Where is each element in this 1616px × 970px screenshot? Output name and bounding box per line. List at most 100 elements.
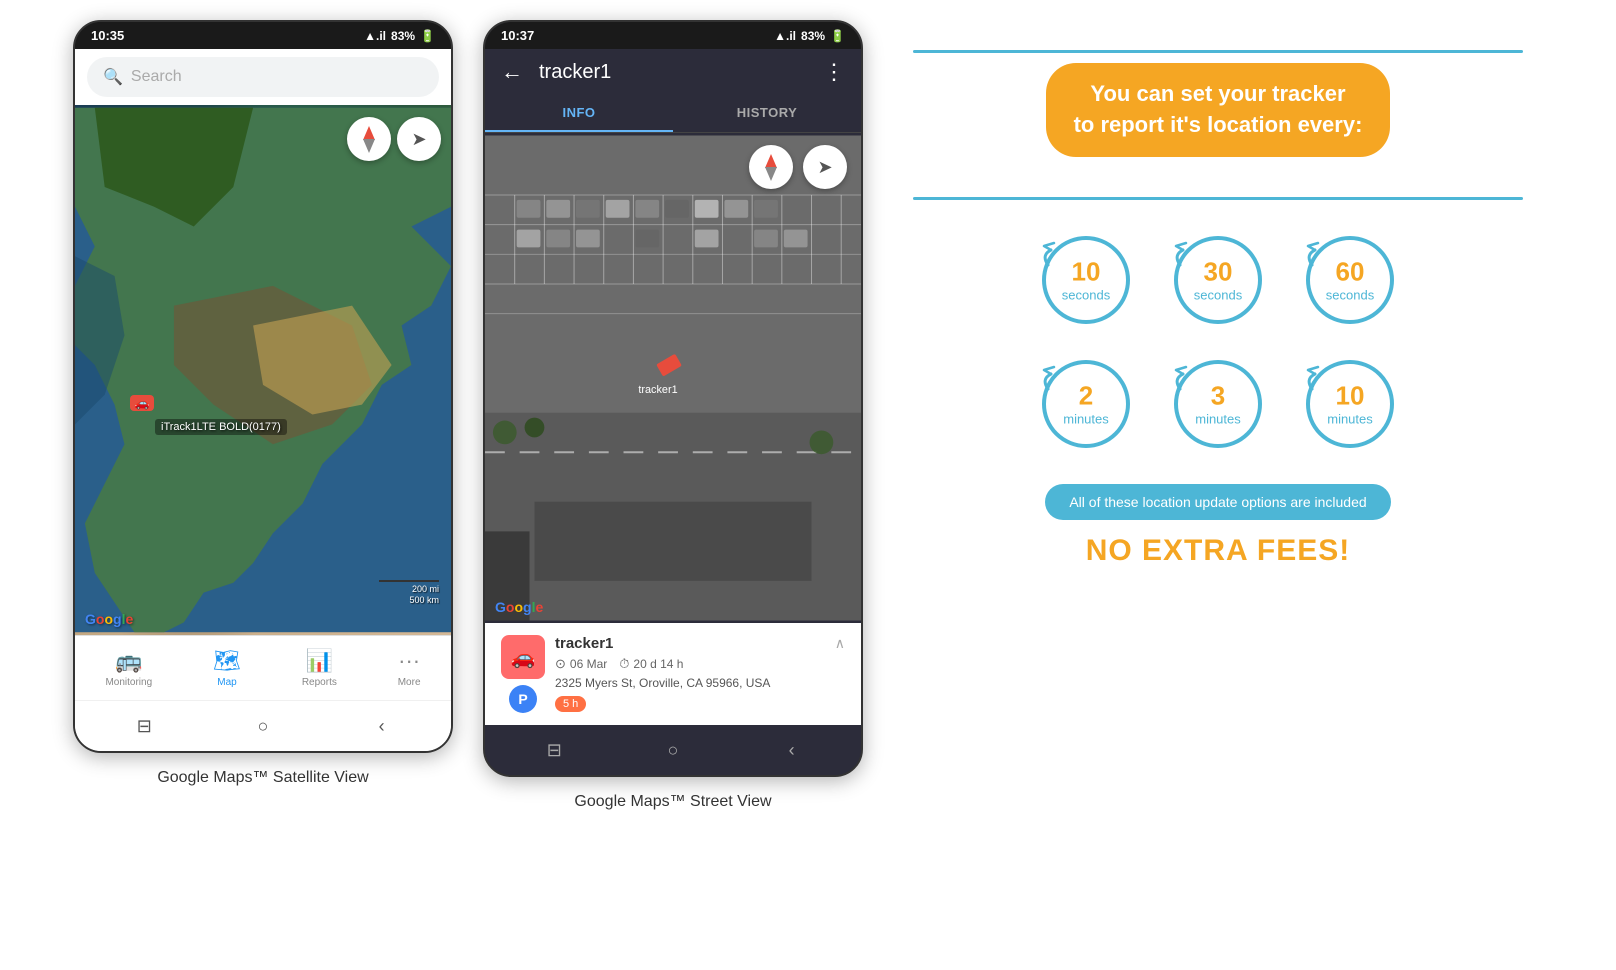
infographic-header: You can set your tracker to report it's …	[1046, 63, 1391, 157]
car-icon: 🚗	[130, 395, 154, 411]
circle-wrap-3min: 3 minutes	[1168, 354, 1268, 454]
meta-date: ⊙ 06 Mar	[555, 656, 607, 672]
tracker-compass[interactable]	[749, 145, 793, 189]
phone1-content: 🔍 Search	[75, 49, 451, 751]
reports-icon: 📊	[306, 648, 333, 674]
circle-2min: 2 minutes	[1036, 354, 1136, 454]
tab-history[interactable]: HISTORY	[673, 95, 861, 132]
phone2-container: 10:37 ▲.il 83% 🔋 ← tracker1 ⋮ INFO HISTO…	[483, 20, 863, 811]
more-menu-button[interactable]: ⋮	[823, 59, 845, 85]
search-icon: 🔍	[103, 67, 123, 87]
circle-unit-10sec: seconds	[1062, 287, 1110, 303]
circle-num-2min: 2	[1063, 380, 1109, 411]
time-badge: 5 h	[555, 696, 586, 712]
tracker-topbar: ← tracker1 ⋮	[485, 49, 861, 95]
android2-recent-btn[interactable]: ⊟	[534, 735, 574, 765]
clock-icon: ⊙	[555, 656, 566, 672]
circle-10sec: 10 seconds	[1036, 230, 1136, 330]
circle-unit-2min: minutes	[1063, 411, 1109, 427]
header-line2: to report it's location every:	[1074, 112, 1363, 137]
tab-info[interactable]: INFO	[485, 95, 673, 132]
info-divider	[913, 197, 1523, 200]
circle-num-10min: 10	[1327, 380, 1373, 411]
circle-text-2min: 2 minutes	[1063, 380, 1109, 427]
circle-text-10min: 10 minutes	[1327, 380, 1373, 427]
timer-icon: ⏱	[619, 656, 629, 672]
satellite-map[interactable]: ➤ iTrack1LTE BOLD(0177) 🚗 Google 200	[75, 105, 451, 635]
phone2-time: 10:37	[501, 28, 534, 43]
tracker-address: 2325 Myers St, Oroville, CA 95966, USA	[555, 676, 845, 690]
landmass-svg	[75, 105, 451, 635]
circle-3min: 3 minutes	[1168, 354, 1268, 454]
back-button[interactable]: ←	[501, 59, 523, 85]
phone1-status-bar: 10:35 ▲.il 83% 🔋	[75, 22, 451, 49]
phone2-battery-icon: 🔋	[830, 29, 845, 43]
tracker-info-name: tracker1	[555, 635, 613, 652]
compass-button[interactable]	[347, 117, 391, 161]
android2-home-btn[interactable]: ○	[653, 735, 693, 765]
bottom-nav: 🚌 Monitoring 🗺 Map 📊 Reports ··· More	[75, 635, 451, 700]
tracker-info-panel: 🚗 P tracker1 ∧ ⊙ 06 Mar ⏱ 20 d 14 h	[485, 623, 861, 725]
android2-back-btn[interactable]: ‹	[772, 735, 812, 765]
android-nav-2: ⊟ ○ ‹	[485, 725, 861, 775]
circle-text-10sec: 10 seconds	[1062, 256, 1110, 303]
search-input-wrap[interactable]: 🔍 Search	[87, 57, 439, 97]
no-fees-label: NO EXTRA FEES!	[1086, 534, 1351, 568]
circle-10min: 10 minutes	[1300, 354, 1400, 454]
circle-text-60sec: 60 seconds	[1326, 256, 1374, 303]
monitoring-label: Monitoring	[105, 677, 152, 688]
circle-60sec: 60 seconds	[1300, 230, 1400, 330]
tracker-detail-info: tracker1 ∧ ⊙ 06 Mar ⏱ 20 d 14 h 2325 Mye…	[555, 635, 845, 712]
circle-wrap-2min: 2 minutes	[1036, 354, 1136, 454]
map-label: Map	[217, 677, 236, 688]
circle-unit-60sec: seconds	[1326, 287, 1374, 303]
circle-num-10sec: 10	[1062, 256, 1110, 287]
scale-text-km: 500 km	[409, 595, 439, 607]
android-recent-btn[interactable]: ⊟	[124, 711, 164, 741]
infographic-panel: You can set your tracker to report it's …	[893, 20, 1543, 598]
circle-30sec: 30 seconds	[1168, 230, 1268, 330]
navigate-icon: ➤	[411, 129, 426, 150]
reports-label: Reports	[302, 677, 337, 688]
google-logo-1: Google	[85, 611, 133, 627]
tracker-map[interactable]: tracker1 ➤ Google	[485, 133, 861, 623]
map-icon: 🗺	[213, 648, 241, 674]
nav-map[interactable]: 🗺 Map	[205, 644, 249, 692]
circle-wrap-10sec: 10 seconds	[1036, 230, 1136, 330]
more-icon: ···	[398, 648, 420, 674]
search-placeholder: Search	[131, 68, 182, 86]
tracker-name-header: tracker1	[539, 61, 807, 84]
tracker-navigate-icon: ➤	[817, 157, 832, 178]
tab-bar: INFO HISTORY	[485, 95, 861, 133]
search-bar: 🔍 Search	[75, 49, 451, 105]
navigate-button[interactable]: ➤	[397, 117, 441, 161]
tracker-label-map1: iTrack1LTE BOLD(0177)	[155, 419, 287, 435]
circle-wrap-10min: 10 minutes	[1300, 354, 1400, 454]
phone2-signal-icon: ▲.il	[774, 29, 796, 43]
scale-text-mi: 200 mi	[412, 584, 439, 596]
map-scale: 200 mi 500 km	[379, 580, 439, 607]
circle-num-3min: 3	[1195, 380, 1241, 411]
nav-more[interactable]: ··· More	[390, 644, 429, 692]
map-background	[75, 105, 451, 635]
nav-monitoring[interactable]: 🚌 Monitoring	[97, 644, 160, 692]
tracker-meta: ⊙ 06 Mar ⏱ 20 d 14 h	[555, 656, 845, 672]
phone1-frame: 10:35 ▲.il 83% 🔋 🔍 Search	[73, 20, 453, 753]
android-home-btn[interactable]: ○	[243, 711, 283, 741]
android-nav-1: ⊟ ○ ‹	[75, 700, 451, 751]
scale-bar	[379, 580, 439, 582]
android-back-btn[interactable]: ‹	[362, 711, 402, 741]
circle-text-30sec: 30 seconds	[1194, 256, 1242, 303]
google-logo-2: Google	[495, 599, 543, 615]
circle-wrap-30sec: 30 seconds	[1168, 230, 1268, 330]
tracker-navigate-button[interactable]: ➤	[803, 145, 847, 189]
phone2-battery: 83%	[801, 29, 825, 43]
monitoring-icon: 🚌	[115, 648, 142, 674]
nav-reports[interactable]: 📊 Reports	[294, 644, 345, 692]
parking-badge: P	[509, 685, 537, 713]
more-label: More	[398, 677, 421, 688]
phone2-status-bar: 10:37 ▲.il 83% 🔋	[485, 22, 861, 49]
meta-duration: ⏱ 20 d 14 h	[619, 656, 683, 672]
circle-text-3min: 3 minutes	[1195, 380, 1241, 427]
tracker-vehicle-icon: 🚗	[501, 635, 545, 679]
